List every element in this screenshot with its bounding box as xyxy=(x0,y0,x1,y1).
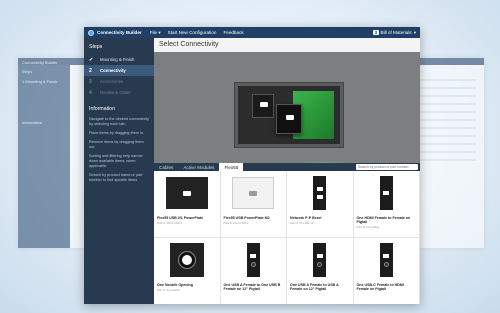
bg-window-info: Information xyxy=(22,120,43,125)
hdmi-port-icon xyxy=(383,191,390,195)
usb-port-icon xyxy=(316,253,323,258)
step-accessories[interactable]: 3 Accessories xyxy=(84,76,154,87)
product-card[interactable]: One USB A Female to One USB B Female on … xyxy=(221,238,287,304)
product-part-number: Part #: FD-FTWC2 xyxy=(157,221,183,226)
usbc-port-icon xyxy=(383,253,390,258)
neutrik-opening-image xyxy=(169,243,204,277)
tab-cables[interactable]: Cables xyxy=(154,163,178,171)
brand: Connectivity Builder xyxy=(88,29,142,36)
menu-feedback[interactable]: Feedback xyxy=(223,30,243,36)
usb-pigtail-image xyxy=(313,243,327,277)
product-name: One Neutrik Opening xyxy=(157,283,193,287)
menu-start-new-configuration[interactable]: Start New Configuration xyxy=(168,30,217,36)
port-icon xyxy=(316,195,323,199)
bg-window-step1: 1 Mounting & Finish xyxy=(22,79,58,84)
bg-window-title: Connectivity Builder xyxy=(22,59,58,65)
step-connectivity[interactable]: 2 Connectivity xyxy=(84,65,154,76)
info-text: Navigate to the desired connectivity by … xyxy=(89,117,149,126)
usb-port-icon xyxy=(249,190,258,196)
tab-active-modules[interactable]: Active Modules xyxy=(178,163,219,171)
brand-name: Connectivity Builder xyxy=(97,30,142,35)
step-label: Mounting & Finish xyxy=(100,57,135,62)
tab-bar: Cables Active Modules Flex55 xyxy=(154,163,420,171)
step-label: Connectivity xyxy=(100,68,126,73)
port-icon xyxy=(316,187,323,191)
bill-of-materials-button[interactable]: 3 Bill of Materials ▾ xyxy=(372,29,416,36)
chevron-down-icon: ▾ xyxy=(413,29,416,35)
product-part-number: Part #: FLI-HN01 xyxy=(157,288,180,293)
checkmark-icon: ✔ xyxy=(89,56,94,63)
top-menu: File ▾ Start New Configuration Feedback xyxy=(150,30,244,36)
bom-label: Bill of Materials xyxy=(380,30,412,35)
round-opening-icon xyxy=(178,252,195,268)
page-title: Select Connectivity xyxy=(154,38,420,52)
product-card[interactable]: Network P-P Bezel Part #: FLI-HB-12 xyxy=(287,171,354,238)
step-number: 4 xyxy=(89,89,92,96)
information-heading: Information xyxy=(89,106,115,112)
tab-flex55[interactable]: Flex55 xyxy=(219,163,244,171)
top-bar: Connectivity Builder File ▾ Start New Co… xyxy=(84,27,420,38)
usb-port-icon xyxy=(182,190,191,196)
product-name: One HDMI Female to Female on Pigtail xyxy=(356,216,411,225)
chevron-down-icon: ▾ xyxy=(158,29,161,35)
network-bezel-image xyxy=(313,176,327,210)
product-card[interactable]: Flex55 USB PowerPlate M2 Part #: FD-FTWC… xyxy=(220,171,287,238)
product-card[interactable]: One USB A Female to USB A Female on 12" … xyxy=(287,238,354,304)
info-text: Search by product name or part number to… xyxy=(89,173,143,182)
usb-port-icon xyxy=(250,253,257,258)
product-part-number: Part #: FLI-HB-12 xyxy=(290,221,314,226)
product-card[interactable]: Flex55 USB 2/1 PowerPlate Part #: FD-FTW… xyxy=(154,171,221,238)
port-icon xyxy=(250,261,256,267)
product-name: Flex55 USB PowerPlate M2 xyxy=(223,216,270,220)
step-label: Accessories xyxy=(100,79,124,84)
info-text: Place items by dragging them in. xyxy=(89,131,145,135)
product-name: Network P-P Bezel xyxy=(290,216,322,220)
information-panel: Information Navigate to the desired conn… xyxy=(84,106,154,183)
product-card[interactable]: One Neutrik Opening Part #: FLI-HN01 xyxy=(154,238,221,304)
dragged-usb-module[interactable] xyxy=(276,104,302,134)
sidebar: Steps ✔ Mounting & Finish 2 Connectivity… xyxy=(84,38,154,304)
port-icon xyxy=(383,261,389,267)
content-area: Select Connectivity Cables Active Module… xyxy=(154,38,420,304)
product-name: One USB A Female to One USB B Female on … xyxy=(223,283,281,292)
product-grid: Flex55 USB 2/1 PowerPlate Part #: FD-FTW… xyxy=(154,171,420,304)
configuration-canvas[interactable] xyxy=(154,52,420,208)
bg-window-steps: Steps xyxy=(22,69,33,74)
product-card[interactable]: One HDMI Female to Female on Pigtail Par… xyxy=(353,171,420,238)
product-card[interactable]: One USB-C Female to HDMI Female on Pigta… xyxy=(354,238,420,304)
bom-count-badge: 3 xyxy=(372,30,379,35)
hdmi-pigtail-image xyxy=(379,176,393,210)
step-label: Review & Order xyxy=(100,90,131,95)
usb-powerplate-image xyxy=(165,177,208,209)
info-text: Sorting and filtering help narrow down a… xyxy=(89,154,143,168)
usbc-pigtail-image xyxy=(379,243,393,277)
menu-file[interactable]: File ▾ xyxy=(150,30,161,36)
product-name: One USB A Female to USB A Female on 12" … xyxy=(290,283,339,292)
port-icon xyxy=(317,261,323,267)
usb-pigtail-image xyxy=(246,243,260,277)
step-number: 2 xyxy=(89,67,92,74)
usb-port-icon xyxy=(260,102,268,107)
usb-powerplate-image xyxy=(232,177,275,209)
search-input[interactable] xyxy=(356,164,418,170)
usb-port-icon xyxy=(286,115,294,120)
brand-logo-icon xyxy=(88,29,94,36)
step-mounting-finish[interactable]: ✔ Mounting & Finish xyxy=(84,54,154,65)
info-text: Remove items by dragging them out. xyxy=(89,140,144,149)
product-name: Flex55 USB 2/1 PowerPlate xyxy=(157,216,204,220)
step-review-order[interactable]: 4 Review & Order xyxy=(84,87,154,98)
menu-file-label: File xyxy=(149,29,158,35)
step-number: 3 xyxy=(89,78,92,85)
app-window: Connectivity Builder File ▾ Start New Co… xyxy=(84,27,420,304)
product-part-number: Part #: FD-FTWC2 xyxy=(223,221,249,226)
placed-usb-module[interactable] xyxy=(252,94,274,118)
product-name: One USB-C Female to HDMI Female on Pigta… xyxy=(356,283,404,292)
steps-heading: Steps xyxy=(89,44,103,50)
product-part-number: Part #: FLI-F0EQ xyxy=(356,225,380,230)
